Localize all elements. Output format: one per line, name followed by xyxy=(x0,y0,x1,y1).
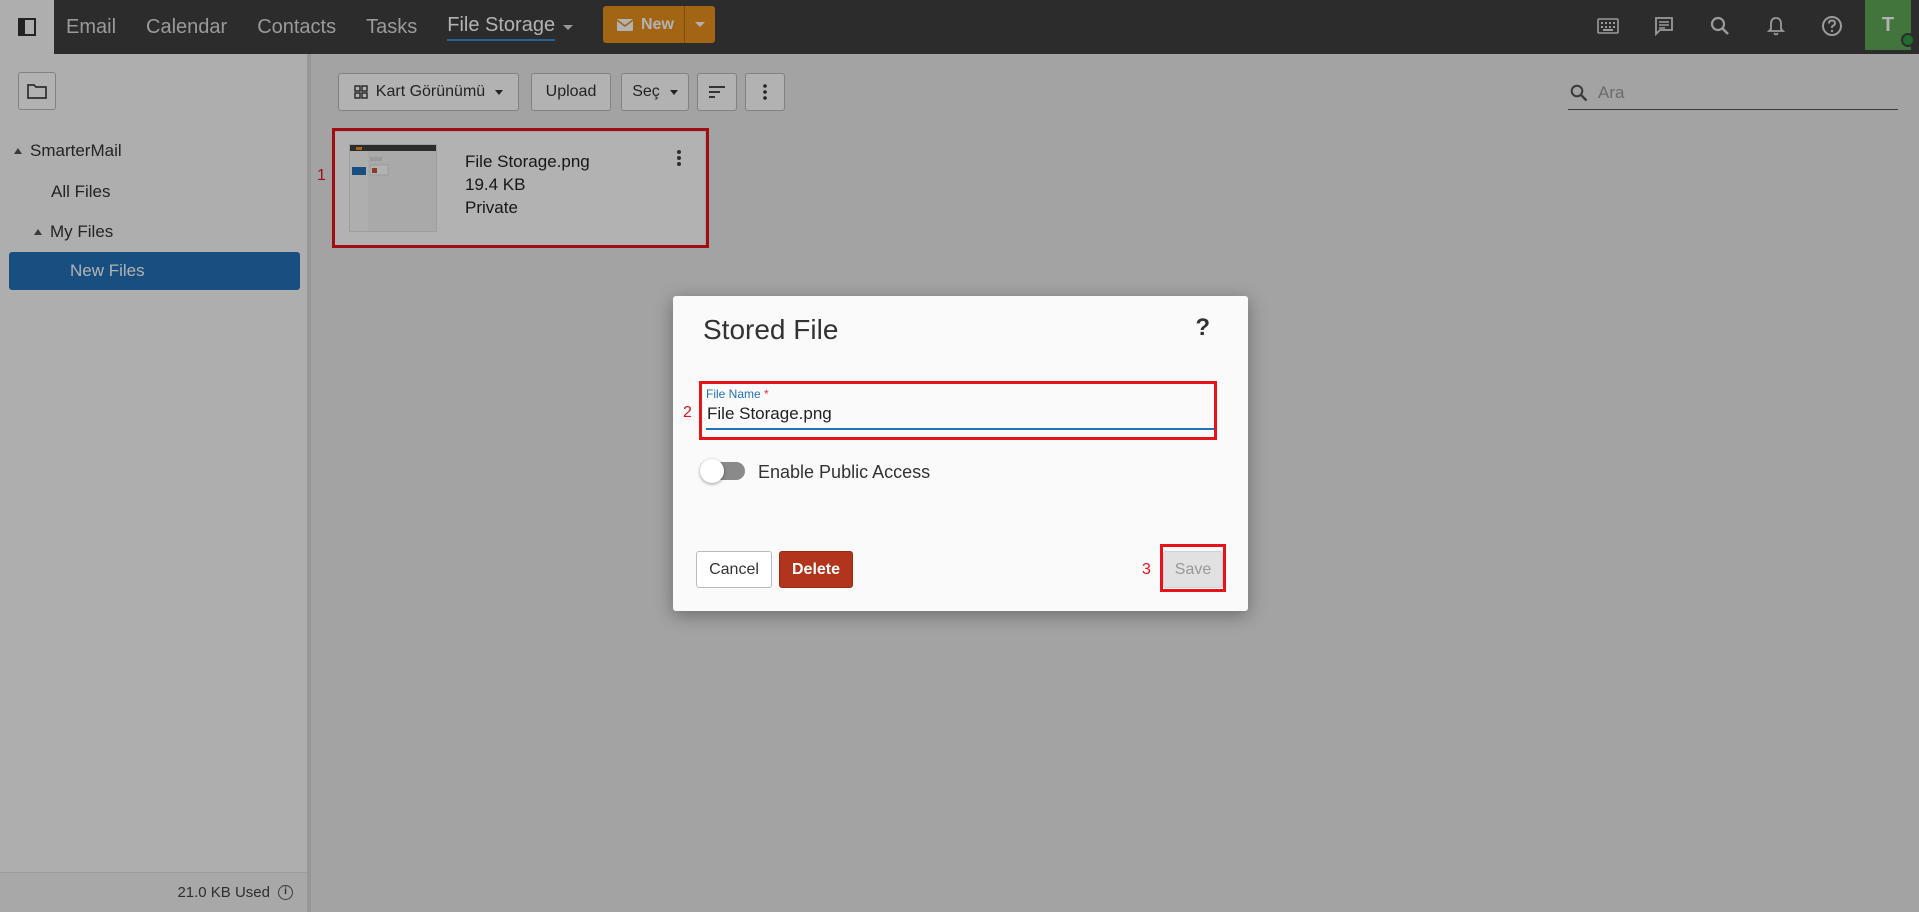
highlight-box xyxy=(699,381,1217,440)
toggle-knob xyxy=(700,459,724,483)
step-number: 3 xyxy=(1142,561,1151,578)
help-icon[interactable]: ? xyxy=(1195,314,1210,342)
public-access-toggle[interactable] xyxy=(700,459,745,483)
delete-label: Delete xyxy=(791,560,841,578)
highlight-box xyxy=(1160,544,1226,592)
delete-button[interactable]: Delete xyxy=(779,551,853,588)
public-access-label: Enable Public Access xyxy=(758,462,931,482)
cancel-button[interactable]: Cancel xyxy=(696,551,772,588)
cancel-label: Cancel xyxy=(709,560,759,578)
step-number: 2 xyxy=(683,404,692,421)
dialog-title: Stored File xyxy=(703,314,839,345)
